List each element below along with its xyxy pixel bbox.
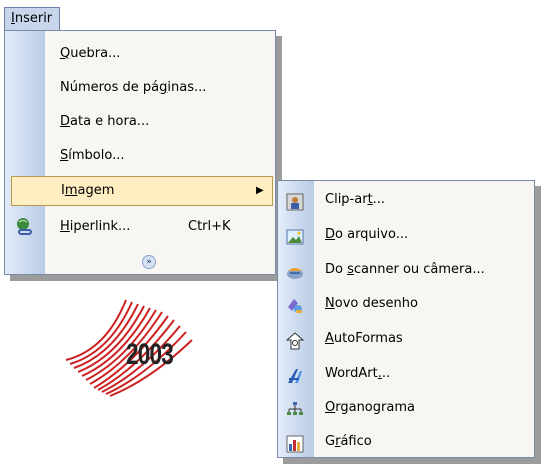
menu-item-label: Quebra...	[60, 46, 121, 61]
menu-item-hiperlink[interactable]: Hiperlink... Ctrl+K	[5, 210, 275, 244]
menu-item-label: Clip-art...	[325, 192, 386, 207]
autoshapes-icon	[285, 330, 305, 350]
submenu-item-novo-desenho[interactable]: Novo desenho	[278, 287, 534, 321]
scanner-camera-icon	[286, 261, 304, 279]
submenu-item-grafico[interactable]: Gráfico	[278, 425, 534, 459]
submenu-arrow-icon: ▶	[256, 185, 264, 196]
clipart-icon	[286, 191, 304, 211]
submenu-item-clip-art[interactable]: Clip-art...	[278, 183, 534, 217]
menu-item-label: Números de páginas...	[60, 80, 207, 95]
submenu-item-scanner-camera[interactable]: Do scanner ou câmera...	[278, 253, 534, 287]
picture-file-icon	[286, 226, 304, 245]
menu-item-simbolo[interactable]: Símbolo...	[5, 139, 275, 173]
org-chart-icon	[286, 399, 304, 417]
main-menu-shadow-bottom	[10, 275, 282, 281]
wordart-icon	[286, 365, 304, 383]
menu-item-label: Do arquivo...	[325, 227, 409, 242]
menu-item-label: Novo desenho	[325, 296, 418, 311]
office-2003-logo: 2003	[46, 290, 216, 420]
menu-item-quebra[interactable]: Quebra...	[5, 37, 275, 71]
double-chevron-down-icon[interactable]: »	[142, 255, 156, 269]
menu-item-data-e-hora[interactable]: Data e hora...	[5, 105, 275, 139]
menu-inserir-label: nserir	[14, 11, 53, 26]
menu-item-label: Símbolo...	[60, 148, 125, 163]
menu-item-label: AutoFormas	[325, 331, 403, 346]
submenu-item-do-arquivo[interactable]: Do arquivo...	[278, 218, 534, 252]
submenu-item-organograma[interactable]: Organograma	[278, 391, 534, 425]
menu-item-imagem[interactable]: Imagem ▶	[11, 176, 273, 206]
menu-item-label: Hiperlink...	[60, 219, 131, 234]
menu-item-numeros-de-paginas[interactable]: Números de páginas...	[5, 71, 275, 105]
imagem-submenu: Clip-art... Do arquivo... Do scanner ou …	[277, 180, 535, 458]
menu-item-label: Organograma	[325, 400, 415, 415]
menu-item-label: Imagem	[61, 183, 115, 198]
menu-inserir[interactable]: Inserir	[4, 7, 60, 31]
new-drawing-icon	[286, 295, 304, 313]
submenu-item-wordart[interactable]: WordArt...	[278, 357, 534, 391]
logo-year: 2003	[126, 338, 174, 371]
menu-item-label: WordArt...	[325, 366, 391, 381]
hyperlink-icon	[15, 217, 35, 237]
menu-item-label: Data e hora...	[60, 114, 150, 129]
menu-item-label: Do scanner ou câmera...	[325, 262, 485, 277]
shortcut-label: Ctrl+K	[188, 219, 231, 234]
submenu-item-autoformas[interactable]: AutoFormas	[278, 322, 534, 356]
chart-icon	[286, 433, 304, 453]
inserir-menu: Quebra... Números de páginas... Data e h…	[4, 30, 276, 275]
menu-item-label: Gráfico	[325, 434, 372, 449]
submenu-shadow-right	[535, 186, 541, 464]
